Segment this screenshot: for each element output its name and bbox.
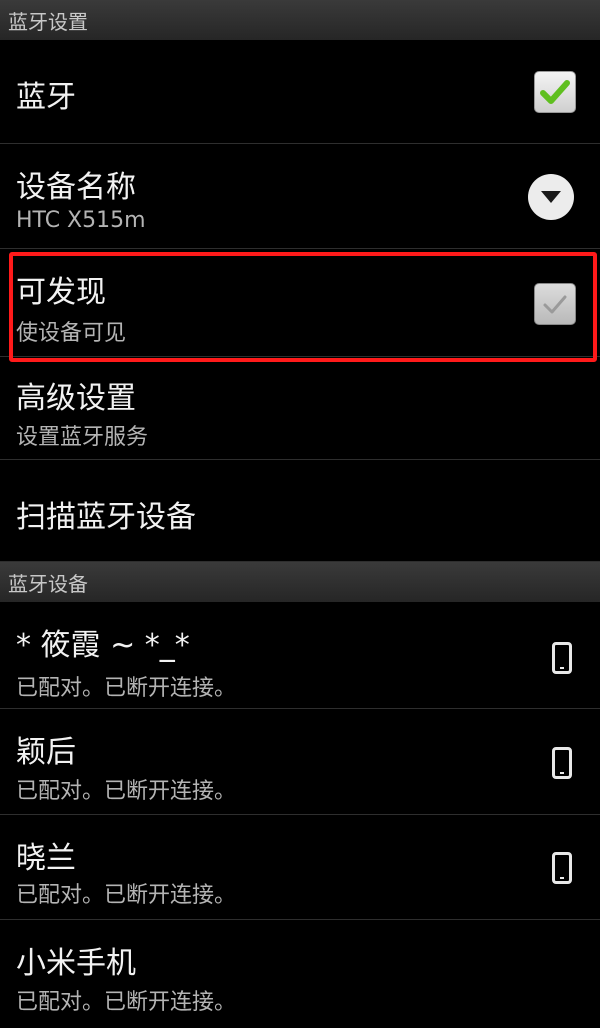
device-list-item[interactable]: 颖后 已配对。已断开连接。 [0, 709, 600, 815]
bluetooth-toggle-row[interactable]: 蓝牙 [0, 40, 600, 144]
device-name-row[interactable]: 设备名称 HTC X515m [0, 144, 600, 249]
device-list-item[interactable]: * 筱霞 ~ *_* 已配对。已断开连接。 [0, 602, 600, 709]
highlight-frame [9, 252, 597, 362]
device-name: 颖后 [16, 735, 76, 770]
advanced-settings-row[interactable]: 高级设置 设置蓝牙服务 [0, 357, 600, 460]
scan-devices-row[interactable]: 扫描蓝牙设备 [0, 460, 600, 562]
bluetooth-label: 蓝牙 [16, 80, 76, 115]
section-title: 蓝牙设备 [8, 571, 88, 596]
section-header-bluetooth-devices: 蓝牙设备 [0, 562, 600, 602]
section-header-bluetooth-settings: 蓝牙设置 [0, 0, 600, 40]
device-name: * 筱霞 ~ *_* [16, 628, 190, 663]
device-name-value: HTC X515m [16, 208, 146, 233]
check-icon [540, 80, 570, 104]
device-status: 已配对。已断开连接。 [16, 883, 237, 908]
bluetooth-checkbox[interactable] [534, 71, 576, 113]
phone-icon [552, 747, 572, 779]
advanced-settings-label: 高级设置 [16, 381, 136, 416]
phone-icon [552, 642, 572, 674]
device-name-dropdown-button[interactable] [528, 174, 574, 220]
device-status: 已配对。已断开连接。 [16, 779, 237, 804]
device-status: 已配对。已断开连接。 [16, 990, 237, 1015]
device-status: 已配对。已断开连接。 [16, 676, 237, 701]
device-list-item[interactable]: 小米手机 已配对。已断开连接。 [0, 920, 600, 1028]
phone-icon [552, 852, 572, 884]
device-name: 晓兰 [16, 841, 76, 876]
device-name-label: 设备名称 [16, 170, 136, 205]
chevron-down-icon [541, 191, 561, 203]
device-list-item[interactable]: 晓兰 已配对。已断开连接。 [0, 815, 600, 920]
section-title: 蓝牙设置 [8, 9, 88, 34]
scan-devices-label: 扫描蓝牙设备 [16, 500, 196, 535]
device-name: 小米手机 [16, 946, 136, 981]
advanced-settings-subtitle: 设置蓝牙服务 [16, 425, 149, 450]
